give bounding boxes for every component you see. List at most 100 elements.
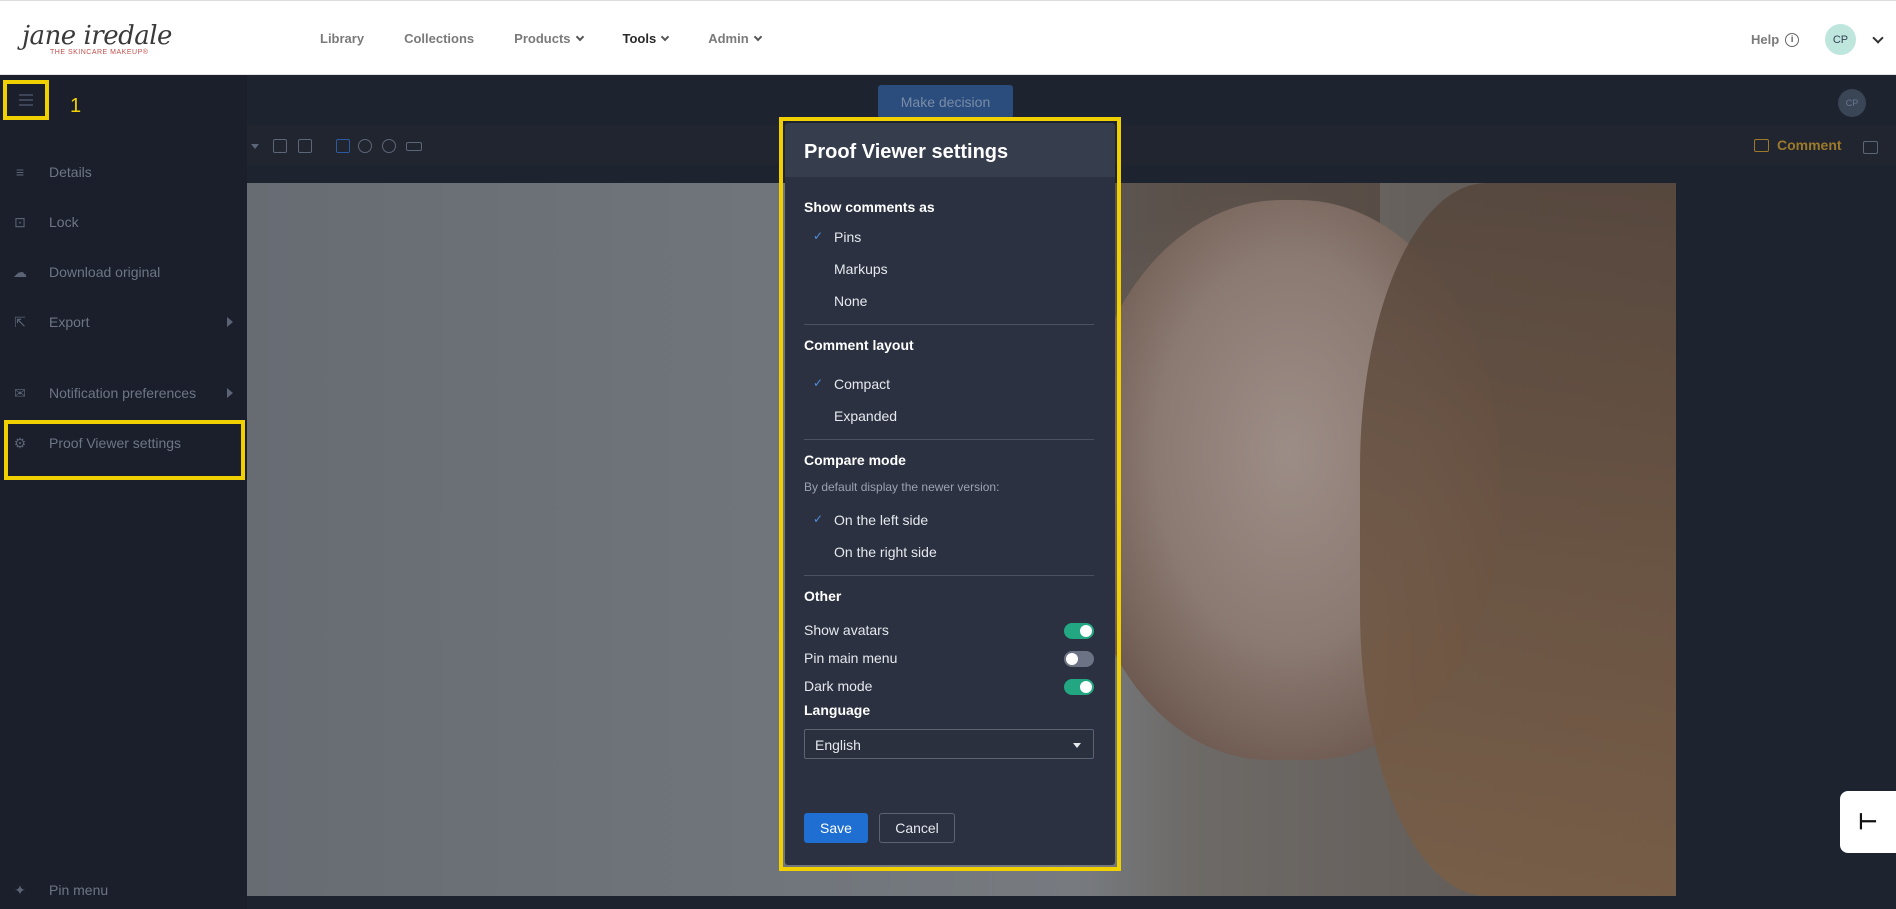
highlight-box — [4, 420, 245, 480]
option-label: On the right side — [834, 544, 937, 560]
nav-collections[interactable]: Collections — [404, 31, 474, 46]
show-avatars-row: Show avatars — [804, 622, 1094, 642]
sidebar-item-notifications[interactable]: ✉ Notification preferences — [0, 378, 247, 408]
save-button[interactable]: Save — [804, 813, 868, 843]
caret-right-icon — [227, 388, 233, 398]
dialog-header: Proof Viewer settings — [785, 123, 1115, 177]
nav-products-label: Products — [514, 31, 571, 46]
details-icon: ≡ — [15, 164, 25, 180]
chevron-down-icon — [753, 32, 762, 41]
help-label: Help — [1751, 32, 1780, 47]
reviewer-avatar[interactable]: CP — [1838, 89, 1866, 117]
section-title: Compare mode — [804, 452, 906, 468]
proof-image-hair-side — [1360, 183, 1676, 896]
nav-admin[interactable]: Admin — [708, 31, 762, 46]
pin-main-menu-toggle[interactable] — [1064, 651, 1094, 667]
sidebar-item-lock[interactable]: ⊡ Lock — [0, 207, 247, 237]
comment-button[interactable]: Comment — [1754, 137, 1842, 153]
pin-main-menu-label: Pin main menu — [804, 650, 898, 666]
dark-mode-toggle[interactable] — [1064, 679, 1094, 695]
compare-mode-hint: By default display the newer version: — [804, 480, 1000, 494]
caret-right-icon — [227, 317, 233, 327]
chevron-down-icon — [575, 32, 584, 41]
sidebar: ≡ Details ⊡ Lock ☁ Download original ⇱ E… — [0, 75, 247, 909]
sidebar-item-export[interactable]: ⇱ Export — [0, 307, 247, 337]
pin-menu-label: Pin menu — [49, 882, 109, 898]
option-label: None — [834, 293, 868, 309]
sidebar-item-download[interactable]: ☁ Download original — [0, 257, 247, 287]
lock-icon: ⊡ — [14, 214, 26, 230]
add-comment-icon — [1754, 138, 1769, 152]
show-avatars-toggle[interactable] — [1064, 623, 1094, 639]
user-avatar[interactable]: CP — [1825, 24, 1856, 55]
section-title: Other — [804, 588, 842, 604]
floating-widget-icon[interactable]: ⊢ — [1840, 791, 1896, 853]
option-label: On the left side — [834, 512, 929, 528]
section-title: Show comments as — [804, 199, 935, 215]
zoom-area-icon[interactable] — [298, 139, 312, 153]
divider — [804, 439, 1094, 440]
chevron-down-icon — [660, 32, 670, 41]
nav-tools[interactable]: Tools — [622, 31, 670, 46]
hamburger-icon-line — [19, 94, 33, 96]
toggle-knob — [1066, 653, 1078, 665]
sidebar-item-label: Details — [49, 164, 92, 180]
sidebar-item-label: Download original — [49, 264, 161, 280]
nav-tools-label: Tools — [622, 31, 657, 46]
sidebar-item-details[interactable]: ≡ Details — [0, 157, 247, 187]
hand-icon[interactable] — [358, 139, 372, 153]
proof-viewer-settings-dialog: Proof Viewer settings Show comments as ✓… — [785, 123, 1115, 865]
toggle-knob — [1080, 681, 1092, 693]
annotation-number: 1 — [70, 95, 82, 117]
ruler-icon[interactable] — [406, 142, 422, 151]
canvas-bottom-bar — [247, 896, 1896, 909]
hamburger-icon-line — [19, 99, 33, 101]
sidebar-item-label: Notification preferences — [49, 385, 197, 401]
logo-tagline: THE SKINCARE MAKEUP® — [50, 49, 149, 56]
fit-screen-icon[interactable] — [273, 139, 287, 153]
menu-toggle-button[interactable] — [3, 80, 49, 120]
main-nav: Library Collections Products Tools Admin — [320, 1, 801, 76]
toggle-knob — [1080, 625, 1092, 637]
nav-library[interactable]: Library — [320, 31, 364, 46]
language-select[interactable]: English — [804, 729, 1094, 759]
check-icon: ✓ — [813, 376, 824, 390]
pin-main-menu-row: Pin main menu — [804, 650, 1094, 670]
section-title: Comment layout — [804, 337, 914, 353]
option-label: Markups — [834, 261, 888, 277]
dark-mode-label: Dark mode — [804, 678, 873, 694]
mail-icon: ✉ — [14, 385, 26, 401]
dark-mode-row: Dark mode — [804, 678, 1094, 698]
pin-icon: ✦ — [14, 882, 26, 898]
rotate-icon[interactable] — [382, 139, 396, 153]
pointer-icon[interactable] — [336, 139, 350, 153]
option-label: Expanded — [834, 408, 898, 424]
check-icon: ✓ — [813, 229, 824, 243]
caret-down-icon — [1073, 743, 1081, 748]
check-icon: ✓ — [813, 512, 824, 526]
make-decision-button[interactable]: Make decision — [878, 85, 1013, 118]
nav-collections-label: Collections — [404, 31, 475, 46]
dropdown-caret-icon[interactable] — [251, 144, 259, 149]
comment-label: Comment — [1777, 137, 1842, 153]
section-title: Language — [804, 702, 871, 718]
help-link[interactable]: Help i — [1751, 32, 1800, 47]
sidebar-item-label: Lock — [49, 214, 79, 230]
pin-menu-item[interactable]: ✦ Pin menu — [0, 875, 247, 905]
user-menu-chevron-icon[interactable] — [1872, 32, 1884, 44]
divider — [804, 575, 1094, 576]
cancel-button[interactable]: Cancel — [879, 813, 955, 843]
nav-products[interactable]: Products — [514, 31, 584, 46]
export-icon: ⇱ — [14, 314, 26, 330]
language-value: English — [815, 737, 861, 753]
nav-library-label: Library — [320, 31, 365, 46]
divider — [804, 324, 1094, 325]
comments-panel-icon[interactable] — [1863, 141, 1878, 154]
nav-admin-label: Admin — [708, 31, 749, 46]
brand-logo[interactable]: jane iredale THE SKINCARE MAKEUP® — [22, 19, 172, 59]
cloud-download-icon: ☁ — [13, 264, 27, 280]
info-icon: i — [1785, 32, 1800, 47]
sidebar-item-label: Export — [49, 314, 90, 330]
logo-text: jane iredale — [22, 21, 172, 51]
top-navbar: jane iredale THE SKINCARE MAKEUP® Librar… — [0, 0, 1896, 75]
